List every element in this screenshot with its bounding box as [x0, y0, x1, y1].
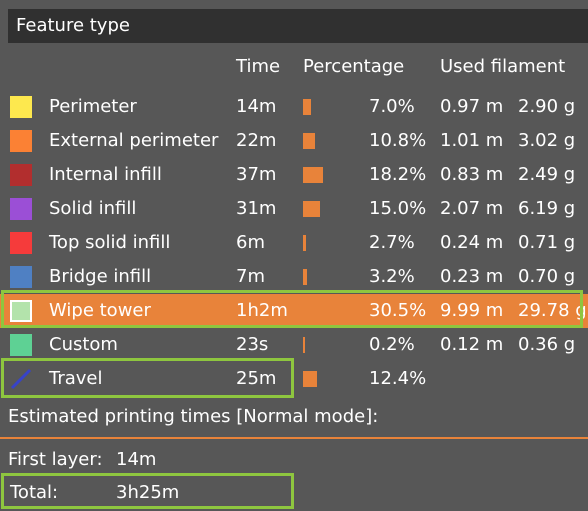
feature-row-custom[interactable]: Custom 23s 0.2% 0.12 m 0.36 g	[0, 328, 588, 362]
feature-length: 0.23 m	[440, 266, 504, 287]
percentage-bar	[303, 201, 320, 217]
feature-weight: 2.49 g	[518, 164, 576, 185]
feature-name: External perimeter	[49, 130, 219, 151]
color-swatch-icon	[10, 334, 32, 356]
feature-name: Custom	[49, 334, 118, 355]
feature-name: Top solid infill	[49, 232, 171, 253]
feature-percentage: 7.0%	[369, 96, 415, 117]
feature-time: 23s	[236, 334, 269, 355]
feature-name: Internal infill	[49, 164, 162, 185]
feature-weight: 0.71 g	[518, 232, 576, 253]
feature-time: 37m	[236, 164, 277, 185]
feature-percentage: 2.7%	[369, 232, 415, 253]
header-used-filament: Used filament	[440, 56, 566, 77]
header-time: Time	[236, 56, 281, 77]
feature-time: 14m	[236, 96, 277, 117]
color-swatch-icon	[10, 266, 32, 288]
percentage-bar	[303, 371, 317, 387]
feature-percentage: 0.2%	[369, 334, 415, 355]
first-layer-value: 14m	[116, 449, 157, 470]
feature-row-external-perimeter[interactable]: External perimeter 22m 10.8% 1.01 m 3.02 g	[0, 124, 588, 158]
percentage-bar	[303, 167, 324, 183]
separator	[0, 437, 588, 439]
feature-percentage: 10.8%	[369, 130, 427, 151]
feature-name: Bridge infill	[49, 266, 152, 287]
percentage-bar	[303, 99, 311, 115]
color-swatch-icon	[10, 130, 32, 152]
feature-weight: 3.02 g	[518, 130, 576, 151]
feature-time: 22m	[236, 130, 277, 151]
feature-length: 0.12 m	[440, 334, 504, 355]
feature-weight: 0.70 g	[518, 266, 576, 287]
feature-name: Solid infill	[49, 198, 137, 219]
wipe-tower-highlight-box	[1, 290, 583, 328]
feature-weight: 0.36 g	[518, 334, 576, 355]
feature-row-top-solid-infill[interactable]: Top solid infill 6m 2.7% 0.24 m 0.71 g	[0, 226, 588, 260]
feature-length: 0.97 m	[440, 96, 504, 117]
feature-row-solid-infill[interactable]: Solid infill 31m 15.0% 2.07 m 6.19 g	[0, 192, 588, 226]
color-swatch-icon	[10, 232, 32, 254]
color-swatch-icon	[10, 198, 32, 220]
color-swatch-icon	[10, 164, 32, 186]
feature-percentage: 15.0%	[369, 198, 427, 219]
feature-name: Perimeter	[49, 96, 137, 117]
travel-highlight-box	[1, 358, 294, 398]
feature-weight: 6.19 g	[518, 198, 576, 219]
feature-weight: 2.90 g	[518, 96, 576, 117]
feature-length: 0.83 m	[440, 164, 504, 185]
feature-percentage: 3.2%	[369, 266, 415, 287]
feature-time: 6m	[236, 232, 265, 253]
feature-row-bridge-infill[interactable]: Bridge infill 7m 3.2% 0.23 m 0.70 g	[0, 260, 588, 294]
percentage-bar	[303, 235, 306, 251]
feature-length: 1.01 m	[440, 130, 504, 151]
estimates-heading: Estimated printing times [Normal mode]:	[8, 406, 379, 427]
header-percentage: Percentage	[303, 56, 405, 77]
feature-row-internal-infill[interactable]: Internal infill 37m 18.2% 0.83 m 2.49 g	[0, 158, 588, 192]
feature-time: 31m	[236, 198, 277, 219]
percentage-bar	[303, 337, 305, 353]
total-highlight-box	[1, 473, 294, 509]
percentage-bar	[303, 269, 307, 285]
first-layer-label: First layer:	[8, 449, 103, 470]
feature-length: 0.24 m	[440, 232, 504, 253]
feature-length: 2.07 m	[440, 198, 504, 219]
percentage-bar	[303, 133, 315, 149]
feature-percentage: 12.4%	[369, 368, 427, 389]
legend-title: Feature type	[8, 9, 588, 43]
color-swatch-icon	[10, 96, 32, 118]
feature-time: 7m	[236, 266, 265, 287]
feature-percentage: 18.2%	[369, 164, 427, 185]
feature-row-perimeter[interactable]: Perimeter 14m 7.0% 0.97 m 2.90 g	[0, 90, 588, 124]
